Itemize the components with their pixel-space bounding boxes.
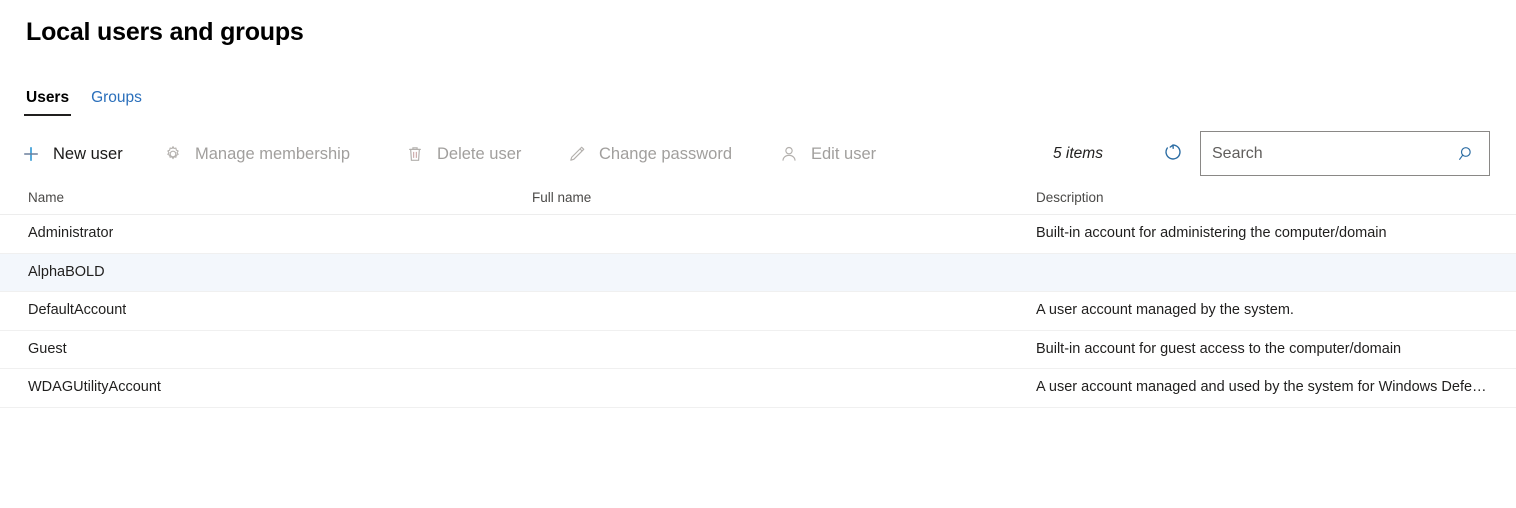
local-users-and-groups-page: Local users and groups Users Groups New … <box>0 0 1516 508</box>
manage-membership-label: Manage membership <box>195 145 350 163</box>
cell-description: Built-in account for guest access to the… <box>1036 340 1402 357</box>
edit-user-label: Edit user <box>811 145 877 163</box>
new-user-button[interactable]: New user <box>20 131 123 177</box>
column-header-full-name[interactable]: Full name <box>532 189 591 207</box>
users-list: Name Full name Description Administrator… <box>0 184 1516 408</box>
cell-name: Administrator <box>28 225 114 241</box>
change-password-label: Change password <box>599 145 732 163</box>
table-row[interactable]: Guest Built-in account for guest access … <box>0 331 1516 369</box>
tab-users-label: Users <box>26 89 70 106</box>
person-icon <box>778 143 800 165</box>
page-title: Local users and groups <box>26 18 304 46</box>
refresh-icon <box>1162 141 1184 168</box>
tab-groups[interactable]: Groups <box>89 88 144 116</box>
cell-description: Built-in account for administering the c… <box>1036 225 1387 241</box>
list-header: Name Full name Description <box>0 184 1516 215</box>
plus-icon <box>20 143 42 165</box>
items-count: 5 items <box>1053 145 1103 162</box>
search-icon[interactable] <box>1455 142 1479 166</box>
table-row[interactable]: DefaultAccount A user account managed by… <box>0 292 1516 331</box>
table-row[interactable]: AlphaBOLD <box>0 253 1516 292</box>
pencil-icon <box>566 143 588 165</box>
cell-name: WDAGUtilityAccount <box>28 379 161 395</box>
tab-users[interactable]: Users <box>24 88 72 116</box>
edit-user-button[interactable]: Edit user <box>778 131 876 177</box>
refresh-button[interactable] <box>1158 131 1188 177</box>
gear-icon <box>162 143 184 165</box>
cell-description: A user account managed and used by the s… <box>1036 379 1487 395</box>
pivot-tabs: Users Groups <box>24 88 144 116</box>
cell-name: DefaultAccount <box>28 302 127 318</box>
search-input[interactable] <box>1212 144 1455 163</box>
cell-description: A user account managed by the system. <box>1036 302 1294 318</box>
cell-name: Guest <box>28 340 67 357</box>
column-header-name[interactable]: Name <box>28 189 64 207</box>
new-user-label: New user <box>53 145 123 163</box>
delete-user-label: Delete user <box>437 145 522 163</box>
cell-name: AlphaBOLD <box>28 263 105 280</box>
change-password-button[interactable]: Change password <box>566 131 732 177</box>
trash-icon <box>404 143 426 165</box>
delete-user-button[interactable]: Delete user <box>404 131 521 177</box>
search-box[interactable] <box>1200 131 1490 176</box>
table-row[interactable]: Administrator Built-in account for admin… <box>0 215 1516 254</box>
tab-groups-label: Groups <box>91 89 142 106</box>
column-header-description[interactable]: Description <box>1036 189 1104 207</box>
table-row[interactable]: WDAGUtilityAccount A user account manage… <box>0 369 1516 408</box>
manage-membership-button[interactable]: Manage membership <box>162 131 350 177</box>
